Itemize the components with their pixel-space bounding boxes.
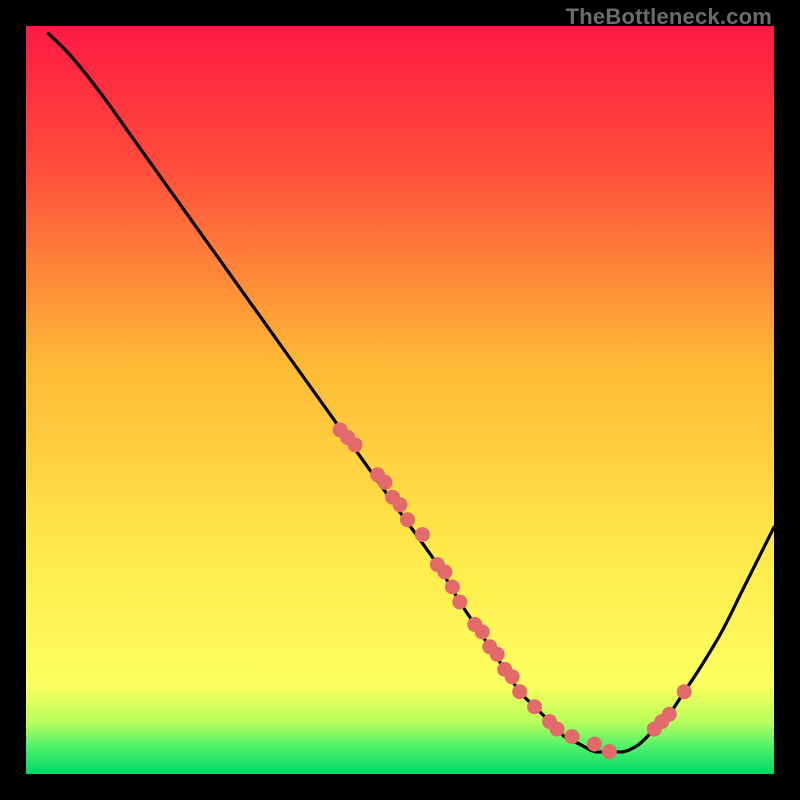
scatter-dot: [490, 647, 505, 662]
scatter-dot: [512, 684, 527, 699]
watermark-text: TheBottleneck.com: [566, 4, 772, 30]
scatter-dot: [415, 527, 430, 542]
scatter-dot: [437, 565, 452, 580]
scatter-dot: [452, 595, 467, 610]
scatter-dot: [348, 437, 363, 452]
scatter-dot: [475, 624, 490, 639]
scatter-dot: [505, 669, 520, 684]
scatter-dot: [393, 497, 408, 512]
gradient-bg: [26, 26, 774, 774]
bottleneck-chart: [26, 26, 774, 774]
scatter-dot: [662, 707, 677, 722]
scatter-dot: [602, 744, 617, 759]
scatter-dot: [445, 580, 460, 595]
scatter-dot: [400, 512, 415, 527]
scatter-dot: [527, 699, 542, 714]
scatter-dot: [677, 684, 692, 699]
scatter-dot: [565, 729, 580, 744]
scatter-dot: [587, 737, 602, 752]
plot-frame: [26, 26, 774, 774]
scatter-dot: [378, 475, 393, 490]
scatter-dot: [550, 722, 565, 737]
